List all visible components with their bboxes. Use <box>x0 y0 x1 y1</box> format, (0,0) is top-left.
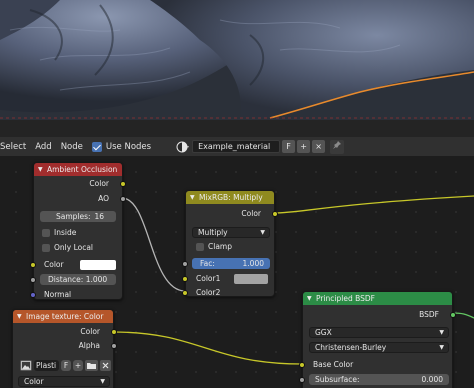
chevron-down-icon: ▼ <box>260 229 265 236</box>
collapse-arrow-icon[interactable]: ▼ <box>38 163 43 176</box>
new-image-button[interactable]: + <box>73 360 83 371</box>
output-socket-alpha[interactable] <box>111 343 117 349</box>
node-editor-header: Select Add Node Use Nodes Example_materi… <box>0 137 474 156</box>
chevron-down-icon: ▼ <box>439 329 444 336</box>
samples-value: 16 <box>94 212 104 221</box>
inside-checkbox[interactable] <box>42 229 50 237</box>
clamp-label: Clamp <box>208 242 232 251</box>
inside-label: Inside <box>54 228 77 237</box>
folder-icon[interactable] <box>85 360 98 371</box>
menu-add[interactable]: Add <box>35 142 51 152</box>
node-canvas[interactable]: ▼ Ambient Occlusion Color AO Samples: 16… <box>0 156 474 388</box>
subsurface-method-dropdown[interactable]: Christensen-Burley ▼ <box>309 342 449 353</box>
collapse-arrow-icon[interactable]: ▼ <box>307 292 312 305</box>
node-image-texture[interactable]: ▼ Image texture: Color Color Alpha Plast… <box>12 309 117 388</box>
output-socket-color[interactable] <box>120 181 126 187</box>
use-nodes-label: Use Nodes <box>105 141 152 152</box>
node-header[interactable]: ▼ Principled BSDF <box>303 292 452 305</box>
new-material-button[interactable]: + <box>297 140 311 153</box>
node-header[interactable]: ▼ MixRGB: Multiply <box>186 191 274 204</box>
output-label-color: Color <box>80 327 100 336</box>
subsurface-method-value: Christensen-Burley <box>315 343 387 352</box>
only-local-checkbox[interactable] <box>42 244 50 252</box>
subsurface-value: 0.000 <box>421 375 443 384</box>
node-title: Principled BSDF <box>316 294 375 303</box>
node-header[interactable]: ▼ Ambient Occlusion <box>34 163 122 176</box>
input-socket-subsurface[interactable] <box>299 377 305 383</box>
node-title: Ambient Occlusion <box>47 165 118 174</box>
distance-field[interactable]: Distance: 1.000 <box>40 274 116 285</box>
distribution-value: GGX <box>315 328 332 337</box>
output-label-ao: AO <box>98 194 109 203</box>
input-label-color1: Color1 <box>196 274 221 283</box>
node-principled-bsdf[interactable]: ▼ Principled BSDF BSDF GGX ▼ Christensen… <box>299 291 456 388</box>
chevron-down-icon: ▼ <box>100 378 105 385</box>
blend-mode-value: Multiply <box>198 228 228 237</box>
color-space-dropdown[interactable]: Color ▼ <box>18 376 110 387</box>
menu-node[interactable]: Node <box>61 142 83 152</box>
sculpt-render <box>0 0 474 120</box>
fake-user-button[interactable]: F <box>61 360 71 371</box>
chevron-down-icon: ▼ <box>439 344 444 351</box>
color-space-value: Color <box>24 377 44 386</box>
clamp-checkbox[interactable] <box>196 243 204 251</box>
input-label-normal: Normal <box>44 290 72 299</box>
unlink-image-icon[interactable] <box>100 360 111 371</box>
output-label-bsdf: BSDF <box>419 310 439 319</box>
image-name-field[interactable]: Plasti <box>34 360 59 371</box>
pin-icon[interactable] <box>330 139 345 154</box>
input-label-base-color: Base Color <box>313 360 354 369</box>
unlink-material-button[interactable]: × <box>312 140 326 153</box>
material-name-field[interactable]: Example_material <box>192 140 281 153</box>
3d-viewport[interactable] <box>0 0 474 120</box>
color-swatch[interactable] <box>80 260 116 270</box>
fac-label: Fac: <box>200 259 215 268</box>
subsurface-field[interactable]: Subsurface: 0.000 <box>309 374 449 385</box>
collapse-arrow-icon[interactable]: ▼ <box>190 191 195 204</box>
node-title: MixRGB: Multiply <box>199 193 263 202</box>
input-label-color2: Color2 <box>196 288 221 297</box>
subsurface-label: Subsurface: <box>315 375 360 384</box>
output-socket-color[interactable] <box>272 211 278 217</box>
input-socket-normal[interactable] <box>30 292 36 298</box>
link-mix-color-out <box>274 195 474 214</box>
output-label-color: Color <box>89 179 109 188</box>
node-header[interactable]: ▼ Image texture: Color <box>13 310 113 323</box>
use-nodes-checkbox[interactable] <box>91 141 102 152</box>
input-socket-color[interactable] <box>30 262 36 268</box>
blend-mode-dropdown[interactable]: Multiply ▼ <box>192 227 270 238</box>
output-socket-bsdf[interactable] <box>450 312 456 318</box>
color1-swatch[interactable] <box>234 274 268 284</box>
input-label-color: Color <box>44 260 64 269</box>
input-socket-fac[interactable] <box>182 261 188 267</box>
input-socket-distance[interactable] <box>30 277 36 283</box>
fac-value: 1.000 <box>242 259 264 268</box>
input-socket-base-color[interactable] <box>299 362 305 368</box>
fake-user-button[interactable]: F <box>282 140 296 153</box>
node-mixrgb-multiply[interactable]: ▼ MixRGB: Multiply Color Multiply ▼ Clam… <box>182 190 278 297</box>
viewport-footer <box>0 120 474 137</box>
output-socket-ao[interactable] <box>120 196 126 202</box>
menu-select[interactable]: Select <box>0 142 26 152</box>
samples-field[interactable]: Samples: 16 <box>40 211 116 222</box>
link-ao-to-color2 <box>121 197 186 292</box>
output-label-color: Color <box>241 209 261 218</box>
collapse-arrow-icon[interactable]: ▼ <box>17 310 22 323</box>
link-image-color-to-base-color <box>112 331 303 365</box>
input-socket-color2[interactable] <box>182 290 188 296</box>
output-socket-color[interactable] <box>111 329 117 335</box>
node-title: Image texture: Color <box>26 312 104 321</box>
material-sphere-icon[interactable] <box>176 141 190 153</box>
distribution-dropdown[interactable]: GGX ▼ <box>309 327 449 338</box>
image-icon[interactable] <box>20 360 32 371</box>
only-local-label: Only Local <box>54 243 94 252</box>
samples-label: Samples: <box>56 212 91 221</box>
node-ambient-occlusion[interactable]: ▼ Ambient Occlusion Color AO Samples: 16… <box>30 162 126 300</box>
output-label-alpha: Alpha <box>78 341 100 350</box>
fac-slider[interactable]: Fac: 1.000 <box>192 258 270 269</box>
input-socket-color1[interactable] <box>182 276 188 282</box>
